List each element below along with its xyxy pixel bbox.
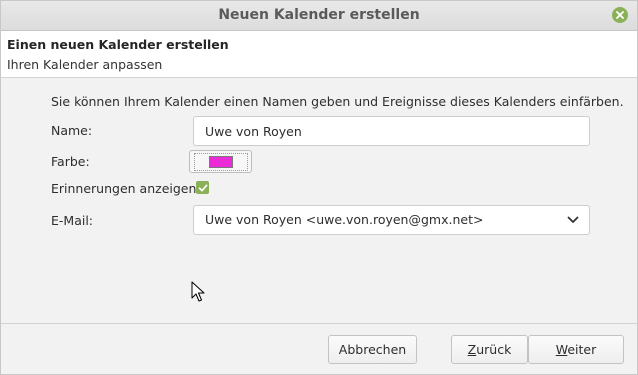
dialog-window: Neuen Kalender erstellen Einen neuen Kal… [0,0,638,375]
name-input[interactable] [193,116,590,146]
back-mnemonic: Z [467,342,477,357]
close-icon [616,11,624,19]
window-title: Neuen Kalender erstellen [218,7,420,23]
cancel-button[interactable]: Abbrechen [328,335,417,364]
name-label: Name: [51,123,93,138]
reminders-checkbox[interactable] [196,181,209,194]
color-picker-button[interactable] [189,150,252,173]
email-select-value: Uwe von Royen <uwe.von.royen@gmx.net> [205,212,484,227]
next-label: eiter [567,342,597,357]
button-bar: Abbrechen Zurück Weiter [1,323,637,374]
chevron-down-icon [567,216,579,223]
color-label: Farbe: [51,154,90,169]
wizard-page-title: Einen neuen Kalender erstellen [7,37,229,52]
intro-text: Sie können Ihrem Kalender einen Namen ge… [51,94,624,109]
color-swatch [208,155,233,168]
reminders-label: Erinnerungen anzeigen: [51,181,201,196]
next-mnemonic: W [555,342,568,357]
checkmark-icon [198,184,207,191]
wizard-page-subtitle: Ihren Kalender anpassen [7,57,163,72]
calendar-form: Sie können Ihrem Kalender einen Namen ge… [1,78,637,323]
email-label: E-Mail: [51,213,94,228]
color-swatch-frame [193,152,248,171]
back-label: urück [476,342,512,357]
close-button[interactable] [612,7,628,23]
mouse-pointer-icon [191,281,205,302]
email-select[interactable]: Uwe von Royen <uwe.von.royen@gmx.net> [193,205,590,235]
wizard-header: Einen neuen Kalender erstellen Ihren Kal… [1,31,637,78]
next-button[interactable]: Weiter [528,335,624,364]
title-bar[interactable]: Neuen Kalender erstellen [1,1,637,31]
back-button[interactable]: Zurück [451,335,528,364]
